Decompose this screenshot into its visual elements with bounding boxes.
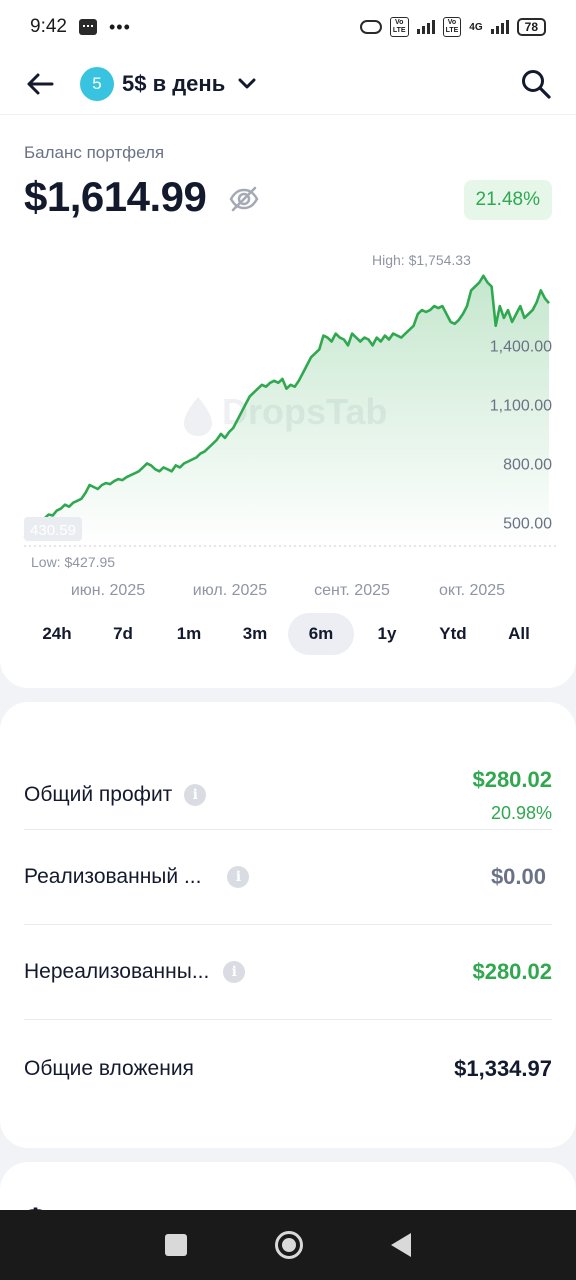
status-time: 9:42 [30, 16, 67, 37]
balance-value: $1,614.99 [24, 173, 207, 220]
recent-apps-icon[interactable] [165, 1234, 187, 1256]
portfolio-chart-svg: DropsTab 1,400.001,100.00800.00500.00 ию… [23, 252, 556, 599]
search-icon[interactable] [520, 68, 552, 100]
y-tick-label: 1,400.00 [490, 338, 552, 355]
chevron-down-icon [238, 78, 256, 89]
balance-change-badge: 21.48% [463, 180, 552, 220]
timeframe-ytd[interactable]: Ytd [420, 613, 486, 655]
status-bar: 9:42 ••• Vo LTE Vo LTE 4G 78 [0, 0, 576, 54]
timeframe-all[interactable]: All [486, 613, 552, 655]
total-profit-value: $280.02 [472, 766, 552, 792]
stats-card: Общий профит i $280.02 20.98% Реализован… [0, 702, 576, 1148]
portfolio-badge: 5 [80, 67, 114, 101]
portfolio-selector[interactable]: 5 5$ в день [80, 67, 257, 101]
low-label: Low: $427.95 [31, 554, 115, 570]
realized-row: Реализованный ... i $0.00 [24, 830, 552, 924]
timeframe-6m[interactable]: 6m [288, 613, 354, 655]
timeframe-1y[interactable]: 1y [354, 613, 420, 655]
message-icon [78, 19, 97, 35]
y-tick-label: 500.00 [503, 515, 552, 532]
signal-icon [416, 20, 435, 34]
x-tick-label: сент. 2025 [314, 582, 390, 599]
realized-value: $0.00 [490, 864, 546, 889]
total-profit-row: Общий профит i $280.02 20.98% [24, 760, 552, 830]
system-nav-bar [0, 1210, 576, 1280]
invested-label: Общие вложения [24, 1057, 194, 1080]
info-icon[interactable]: i [223, 961, 246, 983]
portfolio-chart[interactable]: DropsTab 1,400.001,100.00800.00500.00 ию… [0, 245, 576, 605]
x-tick-label: окт. 2025 [439, 582, 505, 599]
total-profit-percent: 20.98% [490, 802, 552, 823]
info-icon[interactable]: i [227, 866, 250, 888]
balance-label: Баланс портфеля [24, 143, 165, 162]
x-tick-label: июн. 2025 [71, 582, 145, 599]
volte-icon-2: Vo LTE [442, 17, 462, 37]
timeframe-3m[interactable]: 3m [222, 613, 288, 655]
total-profit-label: Общий профит [24, 783, 173, 806]
app-header: 5 5$ в день [0, 54, 576, 114]
start-value-label: 430.59 [30, 522, 76, 539]
volte-icon: Vo LTE [389, 17, 409, 37]
more-notifications-icon: ••• [108, 16, 131, 37]
timeframe-7d[interactable]: 7d [90, 613, 156, 655]
hotspot-icon [359, 20, 382, 34]
unrealized-row: Нереализованны... i $280.02 [24, 925, 552, 1019]
balance-card: Баланс портфеля $1,614.99 21.48% DropsTa… [0, 114, 576, 688]
back-triangle-icon[interactable] [391, 1233, 411, 1257]
eye-off-icon[interactable] [228, 183, 260, 215]
battery-icon: 78 [516, 18, 546, 36]
y-tick-label: 1,100.00 [490, 397, 552, 414]
network-type: 4G [469, 21, 483, 33]
invested-row: Общие вложения $1,334.97 [24, 1020, 552, 1118]
y-tick-label: 800.00 [503, 456, 552, 473]
realized-label: Реализованный ... [24, 865, 202, 888]
x-tick-label: июл. 2025 [193, 582, 268, 599]
high-label: High: $1,754.33 [372, 252, 471, 268]
home-icon[interactable] [275, 1231, 303, 1259]
timeframe-1m[interactable]: 1m [156, 613, 222, 655]
timeframe-selector: 24h 7d 1m 3m 6m 1y Ytd All [24, 613, 552, 655]
unrealized-value: $280.02 [472, 959, 552, 984]
chart-area-fill [24, 275, 549, 546]
invested-value: $1,334.97 [454, 1056, 552, 1081]
portfolio-name: 5$ в день [122, 71, 226, 96]
info-icon[interactable]: i [184, 784, 207, 806]
unrealized-label: Нереализованны... [24, 960, 210, 983]
signal-icon-2 [490, 20, 509, 34]
back-arrow-icon[interactable] [24, 68, 56, 100]
timeframe-24h[interactable]: 24h [24, 613, 90, 655]
watermark-drop-icon [184, 397, 212, 436]
